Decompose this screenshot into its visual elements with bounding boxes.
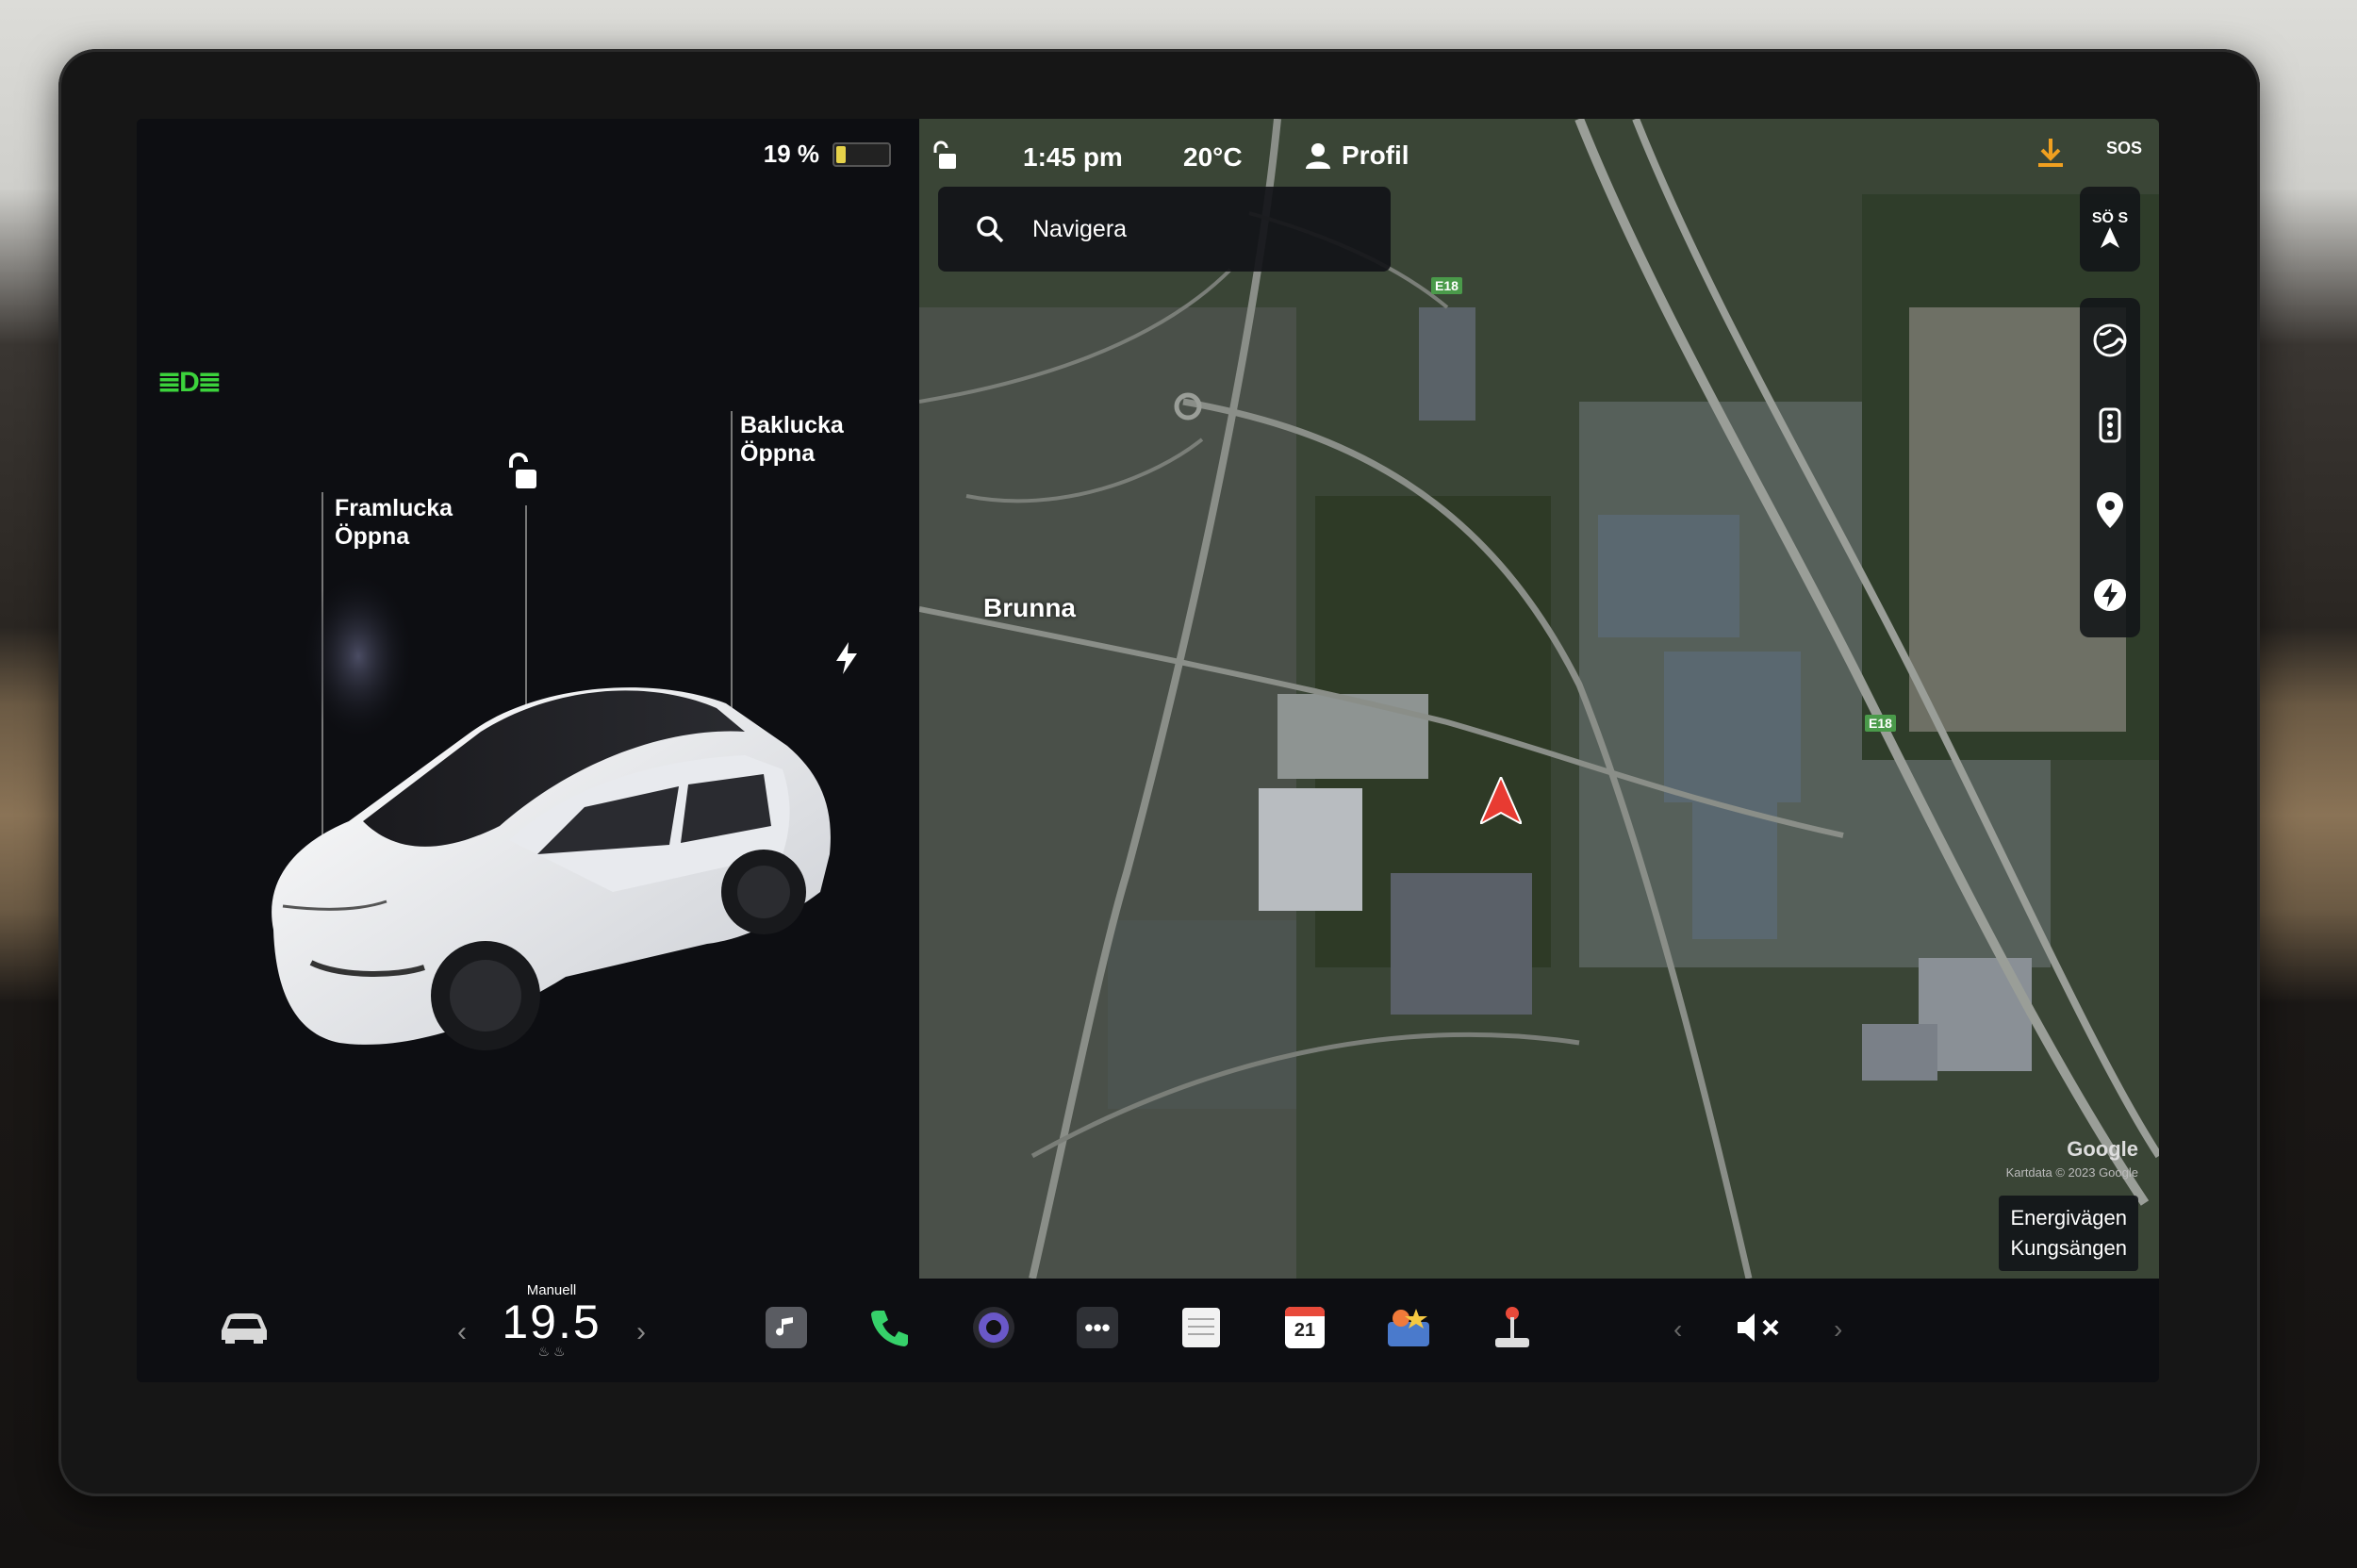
battery-fill	[836, 145, 846, 163]
unlock-icon[interactable]	[504, 453, 538, 495]
camera-icon	[973, 1307, 1014, 1348]
more-apps-button[interactable]: •••	[1067, 1297, 1128, 1358]
area-name: Kungsängen	[2010, 1236, 2127, 1260]
defrost-icons[interactable]: ♨ ♨	[448, 1344, 655, 1360]
compass-button[interactable]: SÖ S	[2080, 187, 2140, 272]
notes-app-button[interactable]	[1171, 1297, 1231, 1358]
current-location-arrow	[1477, 774, 1525, 829]
calendar-day: 21	[1294, 1320, 1316, 1341]
map-attribution: Kartdata © 2023 Google	[2005, 1165, 2138, 1180]
battery-status: 19 %	[764, 140, 891, 169]
cabin-temperature: 19.5	[502, 1296, 602, 1348]
volume-up-button[interactable]: ›	[1834, 1314, 1842, 1345]
chargers-button[interactable]	[2080, 553, 2140, 637]
headlight-icon: ≣D≣	[157, 367, 222, 398]
satellite-map	[919, 119, 2159, 1279]
joystick-icon	[1495, 1307, 1529, 1347]
rear-trunk-button[interactable]: Baklucka Öppna	[740, 411, 844, 468]
navigate-search-bar[interactable]: Navigera	[938, 187, 1391, 272]
highway-sign-e18-north: E18	[1431, 277, 1462, 294]
toybox-icon	[1388, 1309, 1429, 1346]
current-street-card: Energivägen Kungsängen	[1999, 1196, 2138, 1271]
charging-icon	[2094, 579, 2126, 611]
compass-heading-1: SÖ	[2091, 210, 2114, 226]
volume-down-button[interactable]: ‹	[1673, 1314, 1682, 1345]
person-icon	[1306, 143, 1330, 169]
music-note-icon	[766, 1307, 807, 1348]
outside-temperature: 20°C	[1183, 142, 1243, 172]
profile-label: Profil	[1342, 140, 1409, 170]
front-trunk-title: Framlucka	[335, 495, 453, 521]
arcade-app-button[interactable]	[1482, 1297, 1542, 1358]
phone-app-button[interactable]	[860, 1297, 920, 1358]
traffic-button[interactable]	[2080, 383, 2140, 468]
satellite-view-button[interactable]	[2080, 298, 2140, 383]
compass-arrow-icon	[2101, 227, 2119, 248]
bottom-dock: Manuell 19.5 ‹ › ♨ ♨ ••• 21 ‹ ›	[137, 1279, 2159, 1382]
place-label-brunna: Brunna	[983, 593, 1076, 622]
google-logo: Google	[2067, 1137, 2138, 1161]
charge-port-icon[interactable]	[834, 642, 859, 679]
toybox-app-button[interactable]	[1378, 1297, 1439, 1358]
search-placeholder: Navigera	[1032, 215, 1128, 242]
speaker-muted-icon	[1738, 1313, 1779, 1342]
places-button[interactable]	[2080, 468, 2140, 553]
download-icon[interactable]	[2036, 137, 2065, 175]
battery-icon	[832, 141, 891, 167]
car-status-panel: 19 % ≣D≣ Framlucka Öppna Baklucka Öppna	[137, 119, 919, 1279]
compass-heading-2: S	[2118, 210, 2129, 226]
sos-button[interactable]: SOS	[2106, 139, 2142, 158]
car-model-image[interactable]	[255, 571, 839, 1085]
map-controls	[2080, 298, 2140, 637]
touchscreen: 19 % ≣D≣ Framlucka Öppna Baklucka Öppna	[137, 119, 2159, 1382]
street-name: Energivägen	[2010, 1206, 2127, 1230]
battery-percent: 19 %	[763, 140, 819, 168]
rear-trunk-title: Baklucka	[740, 412, 844, 438]
front-trunk-state: Öppna	[335, 523, 410, 550]
highway-sign-e18-south: E18	[1865, 715, 1896, 732]
rear-trunk-state: Öppna	[740, 440, 816, 467]
ellipsis-icon: •••	[1077, 1307, 1118, 1348]
calendar-app-button[interactable]: 21	[1275, 1297, 1335, 1358]
front-trunk-button[interactable]: Framlucka Öppna	[335, 494, 453, 551]
clock: 1:45 pm	[1023, 142, 1123, 172]
volume-mute-button[interactable]	[1730, 1297, 1790, 1358]
location-pin-icon	[2097, 492, 2123, 528]
temp-down-button[interactable]: ‹	[457, 1316, 467, 1348]
notepad-icon	[1182, 1308, 1220, 1347]
globe-icon	[2093, 323, 2127, 357]
lock-status-icon[interactable]	[931, 140, 957, 177]
traffic-light-icon	[2099, 407, 2121, 443]
phone-icon	[871, 1311, 908, 1346]
top-status-bar: 1:45 pm 20°C Profil SOS	[919, 133, 2159, 190]
car-controls-button[interactable]	[214, 1297, 274, 1358]
music-app-button[interactable]	[756, 1297, 816, 1358]
search-icon	[977, 216, 1004, 243]
camera-app-button[interactable]	[964, 1297, 1024, 1358]
profile-button[interactable]: Profil	[1306, 140, 1409, 171]
calendar-icon: 21	[1285, 1307, 1325, 1348]
map-view[interactable]: E18 E18 1:45 pm 20°C Profil SOS Navigera…	[919, 119, 2159, 1279]
temp-up-button[interactable]: ›	[636, 1316, 646, 1348]
car-icon	[222, 1313, 267, 1344]
climate-control[interactable]: Manuell 19.5 ‹ › ♨ ♨	[448, 1279, 655, 1360]
